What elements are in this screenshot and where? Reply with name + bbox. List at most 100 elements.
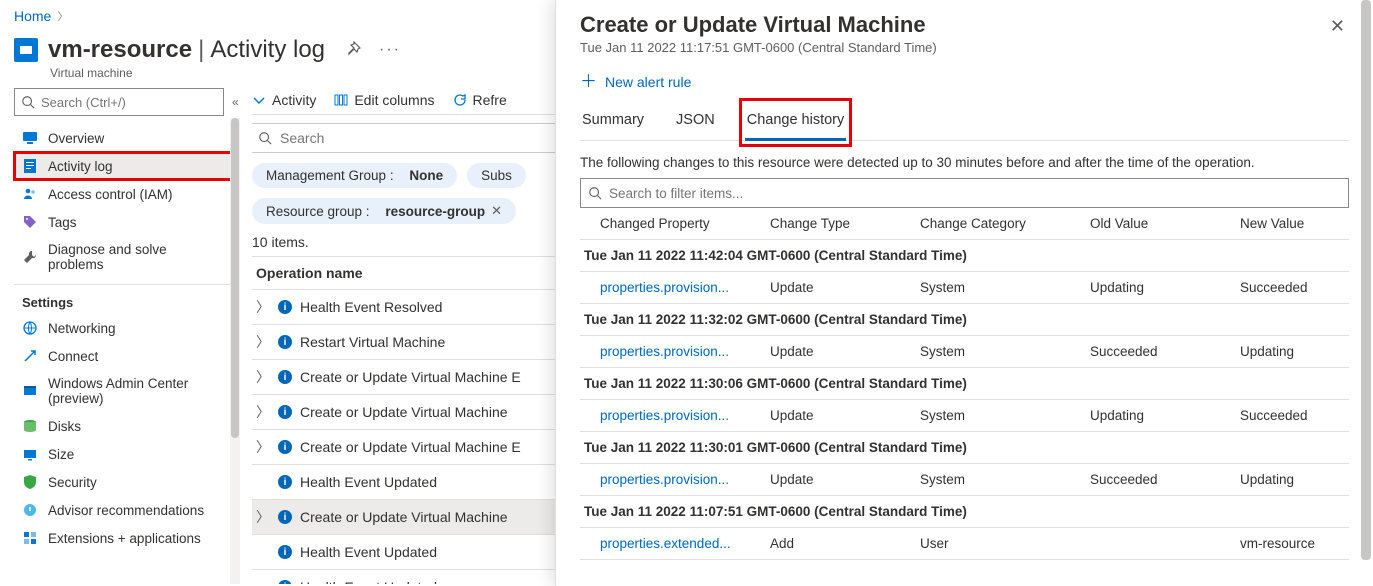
sidebar-item-label: Overview xyxy=(48,131,104,146)
change-group-timestamp: Tue Jan 11 2022 11:42:04 GMT-0600 (Centr… xyxy=(580,240,1349,272)
sidebar-item-label: Extensions + applications xyxy=(48,531,201,546)
col-old-value[interactable]: Old Value xyxy=(1090,216,1230,231)
new-value: Updating xyxy=(1240,472,1373,487)
tab-change-history[interactable]: Change history xyxy=(745,104,847,141)
close-icon[interactable]: ✕ xyxy=(1326,12,1349,41)
sidebar-item-diagnose-and-solve-problems[interactable]: Diagnose and solve problems xyxy=(14,236,232,278)
page-scrollbar[interactable] xyxy=(1361,0,1371,586)
sidebar-item-size[interactable]: Size xyxy=(14,440,232,468)
changed-property-link[interactable]: properties.provision... xyxy=(600,408,760,423)
change-category-value: System xyxy=(920,408,1080,423)
sidebar-item-label: Connect xyxy=(48,349,98,364)
change-type-value: Update xyxy=(770,408,910,423)
info-icon: i xyxy=(278,475,292,489)
sidebar-item-windows-admin-center-preview-[interactable]: Windows Admin Center (preview) xyxy=(14,370,232,412)
filter-pill-resource-group[interactable]: Resource group : resource-group ✕ xyxy=(252,198,516,224)
changed-property-link[interactable]: properties.provision... xyxy=(600,344,760,359)
chevron-right-icon: 〉 xyxy=(256,332,270,352)
change-group-timestamp: Tue Jan 11 2022 11:32:02 GMT-0600 (Centr… xyxy=(580,304,1349,336)
change-row[interactable]: properties.extended...AddUservm-resource xyxy=(580,528,1349,560)
sidebar-item-label: Access control (IAM) xyxy=(48,187,173,202)
col-changed-property[interactable]: Changed Property xyxy=(600,216,760,231)
info-icon: i xyxy=(278,370,292,384)
chevron-down-icon xyxy=(252,93,266,107)
tag-icon xyxy=(22,214,38,230)
changed-property-link[interactable]: properties.provision... xyxy=(600,280,760,295)
refresh-icon xyxy=(453,93,467,107)
collapse-sidebar-icon[interactable]: « xyxy=(232,95,239,109)
panel-tabs: Summary JSON Change history xyxy=(580,104,1349,141)
sidebar-item-disks[interactable]: Disks xyxy=(14,412,232,440)
operation-name-label: Create or Update Virtual Machine xyxy=(300,404,508,420)
log-icon xyxy=(22,158,38,174)
sidebar-search-input[interactable] xyxy=(14,88,224,116)
change-type-value: Update xyxy=(770,344,910,359)
operation-name-label: Restart Virtual Machine xyxy=(300,334,445,350)
info-icon: i xyxy=(278,580,292,584)
filter-pill-management-group[interactable]: Management Group : None xyxy=(252,163,457,188)
operation-name-label: Health Event Resolved xyxy=(300,299,442,315)
new-value: Succeeded xyxy=(1240,280,1373,295)
connect-icon xyxy=(22,348,38,364)
change-row[interactable]: properties.provision...UpdateSystemUpdat… xyxy=(580,272,1349,304)
change-group-timestamp: Tue Jan 11 2022 11:07:51 GMT-0600 (Centr… xyxy=(580,496,1349,528)
new-value: vm-resource xyxy=(1240,536,1373,551)
remove-filter-icon[interactable]: ✕ xyxy=(491,203,502,219)
sidebar-item-connect[interactable]: Connect xyxy=(14,342,232,370)
tab-summary[interactable]: Summary xyxy=(580,104,646,140)
chevron-right-icon: 〉 xyxy=(256,437,270,457)
sidebar-item-advisor-recommendations[interactable]: Advisor recommendations xyxy=(14,496,232,524)
sidebar-item-security[interactable]: Security xyxy=(14,468,232,496)
change-row[interactable]: properties.provision...UpdateSystemSucce… xyxy=(580,464,1349,496)
operation-name-label: Create or Update Virtual Machine xyxy=(300,509,508,525)
plus-icon: ＋ xyxy=(580,73,597,90)
refresh-button[interactable]: Refre xyxy=(453,92,507,108)
change-type-value: Update xyxy=(770,280,910,295)
new-alert-rule-button[interactable]: ＋ New alert rule xyxy=(580,73,691,90)
col-change-category[interactable]: Change Category xyxy=(920,216,1080,231)
col-change-type[interactable]: Change Type xyxy=(770,216,910,231)
change-row[interactable]: properties.provision...UpdateSystemSucce… xyxy=(580,336,1349,368)
more-icon[interactable]: ··· xyxy=(379,41,401,59)
panel-title: Create or Update Virtual Machine xyxy=(580,12,937,38)
filter-pill-subscription[interactable]: Subs xyxy=(467,163,526,188)
changed-property-link[interactable]: properties.provision... xyxy=(600,472,760,487)
sidebar-item-access-control-iam-[interactable]: Access control (IAM) xyxy=(14,180,232,208)
changed-property-link[interactable]: properties.extended... xyxy=(600,536,760,551)
size-icon xyxy=(22,446,38,462)
sidebar-item-label: Diagnose and solve problems xyxy=(48,242,224,272)
info-icon: i xyxy=(278,335,292,349)
sidebar-item-extensions-applications[interactable]: Extensions + applications xyxy=(14,524,232,552)
old-value: Updating xyxy=(1090,280,1230,295)
change-type-value: Update xyxy=(770,472,910,487)
chevron-right-icon: 〉 xyxy=(256,402,270,422)
sidebar-item-label: Activity log xyxy=(48,159,113,174)
chevron-right-icon: 〉 xyxy=(57,8,68,24)
breadcrumb-home[interactable]: Home xyxy=(14,8,51,24)
chevron-right-icon: 〉 xyxy=(256,367,270,387)
tab-json[interactable]: JSON xyxy=(674,104,717,140)
monitor-icon xyxy=(22,130,38,146)
sidebar-scrollbar[interactable] xyxy=(230,118,240,584)
change-category-value: User xyxy=(920,536,1080,551)
edit-columns-button[interactable]: Edit columns xyxy=(334,92,434,108)
shield-icon xyxy=(22,474,38,490)
columns-icon xyxy=(334,93,348,107)
advisor-icon xyxy=(22,502,38,518)
change-filter-input[interactable] xyxy=(580,178,1349,208)
sidebar-item-networking[interactable]: Networking xyxy=(14,314,232,342)
pin-icon[interactable] xyxy=(345,41,361,60)
change-group-timestamp: Tue Jan 11 2022 11:30:01 GMT-0600 (Centr… xyxy=(580,432,1349,464)
activity-dropdown[interactable]: Activity xyxy=(252,92,316,108)
operation-name-label: Health Event Updated xyxy=(300,579,437,584)
sidebar-item-activity-log[interactable]: Activity log xyxy=(14,152,232,180)
ext-icon xyxy=(22,530,38,546)
sidebar-item-overview[interactable]: Overview xyxy=(14,124,232,152)
sidebar-item-label: Tags xyxy=(48,215,77,230)
col-new-value[interactable]: New Value xyxy=(1240,216,1373,231)
info-icon: i xyxy=(278,405,292,419)
old-value: Succeeded xyxy=(1090,344,1230,359)
old-value: Succeeded xyxy=(1090,472,1230,487)
change-row[interactable]: properties.provision...UpdateSystemUpdat… xyxy=(580,400,1349,432)
sidebar-item-tags[interactable]: Tags xyxy=(14,208,232,236)
